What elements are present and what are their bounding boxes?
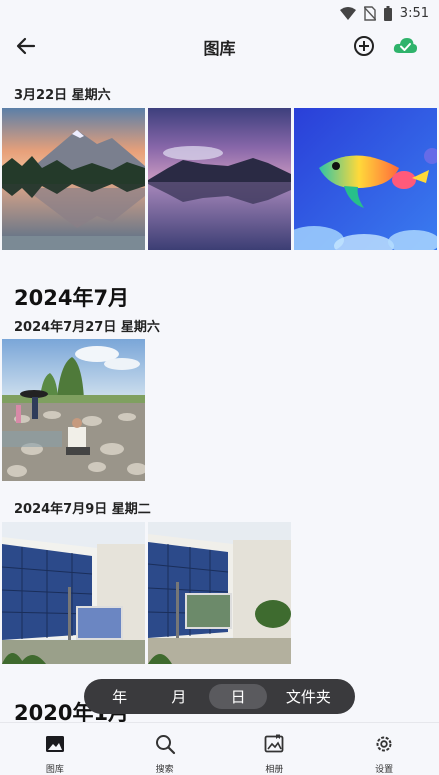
nav-settings[interactable]: 设置: [344, 733, 424, 775]
photo-purple-volcano[interactable]: [148, 108, 291, 250]
nav-settings-label: 设置: [375, 765, 394, 775]
nav-albums[interactable]: 相册: [234, 733, 314, 775]
view-mode-segmented-control: 年 月 日 文件夹: [84, 679, 355, 714]
status-bar: 3:51: [0, 0, 439, 26]
segment-folders[interactable]: 文件夹: [268, 684, 348, 709]
date-label-jul9: 2024年7月9日 星期二: [14, 502, 151, 517]
segment-month[interactable]: 月: [150, 684, 208, 709]
segment-day[interactable]: 日: [209, 684, 268, 709]
segment-year[interactable]: 年: [91, 684, 149, 709]
no-sim-icon: [363, 5, 376, 21]
gear-icon: [373, 733, 395, 759]
nav-search-label: 搜索: [155, 765, 174, 775]
bottom-navigation: 图库 搜索 相册 设置: [0, 722, 439, 775]
search-icon: [154, 733, 176, 759]
nav-albums-label: 相册: [265, 765, 284, 775]
photo-riverside-rocks[interactable]: [2, 339, 145, 481]
photo-colorful-fish[interactable]: [294, 108, 437, 250]
status-time: 3:51: [399, 5, 429, 21]
photo-glass-building-1[interactable]: [2, 522, 145, 664]
photo-mountain-lake[interactable]: [2, 108, 145, 250]
cloud-sync-icon[interactable]: [392, 34, 418, 58]
album-icon: [263, 733, 285, 759]
battery-icon: [383, 5, 392, 21]
nav-gallery[interactable]: 图库: [15, 733, 95, 775]
month-header-2024-07: 2024年7月: [14, 286, 130, 310]
app-bar: 图库: [0, 26, 439, 66]
date-label-mar22: 3月22日 星期六: [14, 88, 111, 103]
photo-glass-building-2[interactable]: [148, 522, 291, 664]
nav-gallery-label: 图库: [45, 765, 64, 775]
image-icon: [44, 733, 66, 759]
date-label-jul27: 2024年7月27日 星期六: [14, 320, 160, 335]
wifi-icon: [339, 6, 356, 20]
add-circle-icon[interactable]: [352, 34, 376, 58]
nav-search[interactable]: 搜索: [125, 733, 205, 775]
